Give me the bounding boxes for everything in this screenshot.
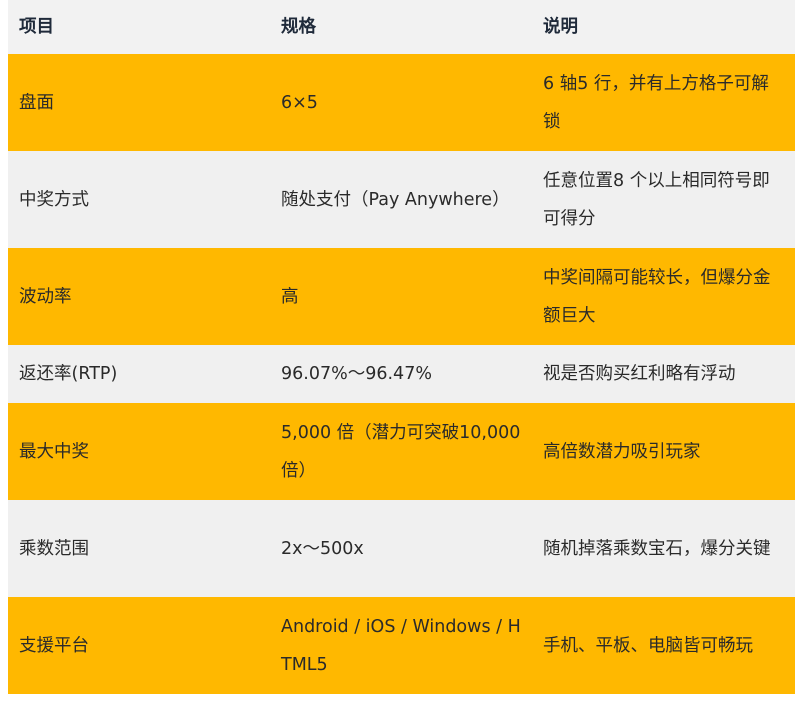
cell-spec: 96.07%～96.47% [270, 345, 532, 403]
cell-item: 波动率 [8, 248, 270, 345]
cell-desc: 视是否购买红利略有浮动 [532, 345, 795, 403]
cell-spec: Android / iOS / Windows / HTML5 [270, 597, 532, 694]
cell-spec: 2x～500x [270, 500, 532, 597]
table-row-multiplier: 乘数范围 2x～500x 随机掉落乘数宝石，爆分关键 [8, 500, 795, 597]
cell-spec: 6×5 [270, 54, 532, 151]
cell-item: 最大中奖 [8, 403, 270, 500]
cell-desc: 高倍数潜力吸引玩家 [532, 403, 795, 500]
header-spec: 规格 [270, 0, 532, 54]
header-desc: 说明 [532, 0, 795, 54]
header-item: 项目 [8, 0, 270, 54]
spec-table: 项目 规格 说明 盘面 6×5 6 轴5 行，并有上方格子可解锁 中奖方式 随处… [8, 0, 795, 694]
table-row-board: 盘面 6×5 6 轴5 行，并有上方格子可解锁 [8, 54, 795, 151]
cell-desc: 手机、平板、电脑皆可畅玩 [532, 597, 795, 694]
table-row-volatility: 波动率 高 中奖间隔可能较长，但爆分金额巨大 [8, 248, 795, 345]
table-row-max-win: 最大中奖 5,000 倍（潜力可突破10,000 倍） 高倍数潜力吸引玩家 [8, 403, 795, 500]
cell-desc: 随机掉落乘数宝石，爆分关键 [532, 500, 795, 597]
table-row-win-method: 中奖方式 随处支付（Pay Anywhere） 任意位置8 个以上相同符号即可得… [8, 151, 795, 248]
cell-spec: 随处支付（Pay Anywhere） [270, 151, 532, 248]
cell-spec: 高 [270, 248, 532, 345]
cell-item: 盘面 [8, 54, 270, 151]
cell-desc: 任意位置8 个以上相同符号即可得分 [532, 151, 795, 248]
cell-spec: 5,000 倍（潜力可突破10,000 倍） [270, 403, 532, 500]
table-row-platform: 支援平台 Android / iOS / Windows / HTML5 手机、… [8, 597, 795, 694]
cell-desc: 6 轴5 行，并有上方格子可解锁 [532, 54, 795, 151]
cell-item: 支援平台 [8, 597, 270, 694]
cell-item: 乘数范围 [8, 500, 270, 597]
spec-table-panel: 项目 规格 说明 盘面 6×5 6 轴5 行，并有上方格子可解锁 中奖方式 随处… [0, 0, 802, 714]
table-row-rtp: 返还率(RTP) 96.07%～96.47% 视是否购买红利略有浮动 [8, 345, 795, 403]
cell-desc: 中奖间隔可能较长，但爆分金额巨大 [532, 248, 795, 345]
cell-item: 中奖方式 [8, 151, 270, 248]
cell-item: 返还率(RTP) [8, 345, 270, 403]
table-header-row: 项目 规格 说明 [8, 0, 795, 54]
